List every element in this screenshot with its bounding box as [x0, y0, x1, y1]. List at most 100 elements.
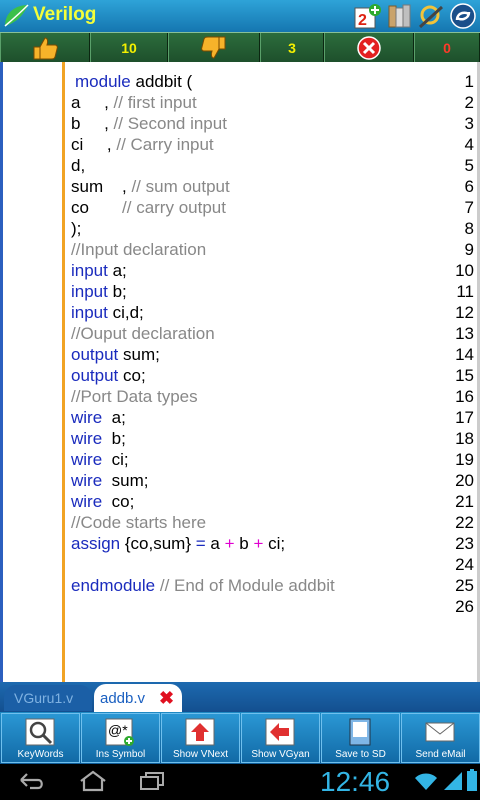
line-number: 3: [464, 114, 474, 133]
code-line-16: //Port Data types: [71, 387, 198, 406]
keywords-label: KeyWords: [17, 749, 64, 760]
line-number: 15: [455, 366, 474, 385]
line-number: 5: [464, 156, 474, 175]
insert-symbol-icon: @*: [105, 718, 134, 746]
line-number: 12: [455, 303, 474, 322]
show-vgyan-button[interactable]: Show VGyan: [241, 713, 320, 763]
code-line-19: wire ci;: [71, 450, 129, 469]
line-number: 10: [455, 261, 474, 280]
dislike-button[interactable]: [168, 33, 260, 63]
code-line-11: input b;: [71, 282, 127, 301]
line-number: 14: [455, 345, 474, 364]
like-count: 10: [90, 33, 168, 63]
code-editor[interactable]: 1 2 3 4 5 6 7 8 9 10 11 12 13 14 15 16 17 18 19 20 21 22 23 24 2…: [0, 62, 480, 682]
ins-symbol-button[interactable]: @* Ins Symbol: [81, 713, 160, 763]
code-line-18: wire b;: [71, 429, 126, 448]
show-vnext-label: Show VNext: [172, 749, 229, 760]
ins-symbol-label: Ins Symbol: [95, 749, 146, 760]
line-number: 17: [455, 408, 474, 427]
code-line-12: input ci,d;: [71, 303, 144, 322]
tab-label: addb.v: [100, 689, 146, 707]
save-to-sd-label: Save to SD: [335, 749, 386, 760]
code-line-14: output sum;: [71, 345, 160, 364]
vote-bar: 10 3 0: [0, 32, 480, 64]
code-line-20: wire sum;: [71, 471, 149, 490]
code-line-9: //Input declaration: [71, 240, 207, 259]
code-line-2: a , // first input: [71, 93, 197, 112]
thumbs-down-icon: [201, 36, 226, 59]
code-line-15: output co;: [71, 366, 146, 385]
code-line-4: ci , // Carry input: [71, 135, 214, 154]
editor-left-border: [0, 62, 3, 682]
svg-text:@*: @*: [108, 722, 128, 738]
like-button[interactable]: [0, 33, 90, 63]
error-button[interactable]: [324, 33, 414, 63]
title-bar: Verilog 2: [0, 0, 480, 32]
code-line-3: b , // Second input: [71, 114, 227, 133]
wifi-icon: [415, 773, 437, 790]
back-nav-icon[interactable]: [18, 772, 46, 792]
home-nav-icon[interactable]: [78, 770, 108, 792]
system-nav-bar: 12:46: [0, 764, 480, 800]
code-line-1: module addbit (: [75, 72, 193, 91]
code-line-21: wire co;: [71, 492, 135, 511]
tab-addb[interactable]: addb.v ✖: [94, 684, 182, 712]
sync-icon[interactable]: [448, 3, 478, 29]
recent-apps-icon[interactable]: [138, 771, 166, 791]
code-line-8: );: [71, 219, 82, 238]
show-vgyan-label: Show VGyan: [251, 749, 310, 760]
thumbs-up-icon: [33, 37, 58, 60]
close-tab-icon[interactable]: ✖: [159, 688, 174, 709]
line-number: 18: [455, 429, 474, 448]
line-number: 26: [455, 597, 474, 616]
app-title: Verilog: [33, 4, 97, 25]
line-number: 24: [455, 555, 474, 574]
show-vnext-button[interactable]: Show VNext: [161, 713, 240, 763]
envelope-icon: [425, 722, 455, 742]
code-line-17: wire a;: [71, 408, 126, 427]
line-number: 7: [464, 198, 474, 217]
code-line-6: sum , // sum output: [71, 177, 230, 196]
line-number: 11: [456, 282, 474, 301]
line-number: 16: [455, 387, 474, 406]
error-count: 0: [414, 33, 480, 63]
code-line-23: assign {co,sum} = a + b + ci;: [71, 534, 286, 553]
line-number: 13: [455, 324, 474, 343]
file-tab-bar: VGuru1.v addb.v ✖: [0, 682, 480, 712]
signal-icon: [444, 772, 462, 790]
line-number: 19: [455, 450, 474, 469]
line-number: 9: [464, 240, 474, 259]
save-to-sd-button[interactable]: Save to SD: [321, 713, 400, 763]
code-line-7: co // carry output: [71, 198, 226, 217]
add-file-icon[interactable]: 2: [352, 3, 382, 29]
line-number: 25: [455, 576, 474, 595]
library-icon[interactable]: [386, 3, 414, 29]
line-number: 20: [455, 471, 474, 490]
line-number-gutter: [0, 62, 65, 682]
bottom-toolbar: KeyWords @* Ins Symbol Show VNext Show V…: [0, 712, 480, 764]
line-number: 22: [455, 513, 474, 532]
line-number: 21: [455, 492, 474, 511]
upload-arrow-icon: [185, 718, 215, 746]
line-number: 23: [455, 534, 474, 553]
app-logo-icon: [4, 4, 29, 27]
battery-icon: [467, 769, 477, 791]
keywords-button[interactable]: KeyWords: [1, 713, 80, 763]
tools-icon[interactable]: [416, 3, 446, 29]
code-line-5: d,: [71, 156, 86, 175]
send-email-button[interactable]: Send eMail: [401, 713, 480, 763]
code-line-13: //Ouput declaration: [71, 324, 215, 343]
line-number: 4: [464, 135, 474, 154]
code-line-25: endmodule // End of Module addbit: [71, 576, 335, 595]
code-line-10: input a;: [71, 261, 127, 280]
error-x-icon: [357, 36, 381, 60]
back-arrow-icon: [265, 718, 295, 746]
status-clock: 12:46: [320, 766, 391, 797]
dislike-count: 3: [260, 33, 324, 63]
line-number: 6: [464, 177, 474, 196]
code-line-22: //Code starts here: [71, 513, 207, 532]
tab-vguru1[interactable]: VGuru1.v: [4, 685, 92, 711]
line-number: 2: [464, 93, 474, 112]
svg-text:2: 2: [358, 12, 367, 29]
sd-card-icon: [349, 718, 371, 746]
